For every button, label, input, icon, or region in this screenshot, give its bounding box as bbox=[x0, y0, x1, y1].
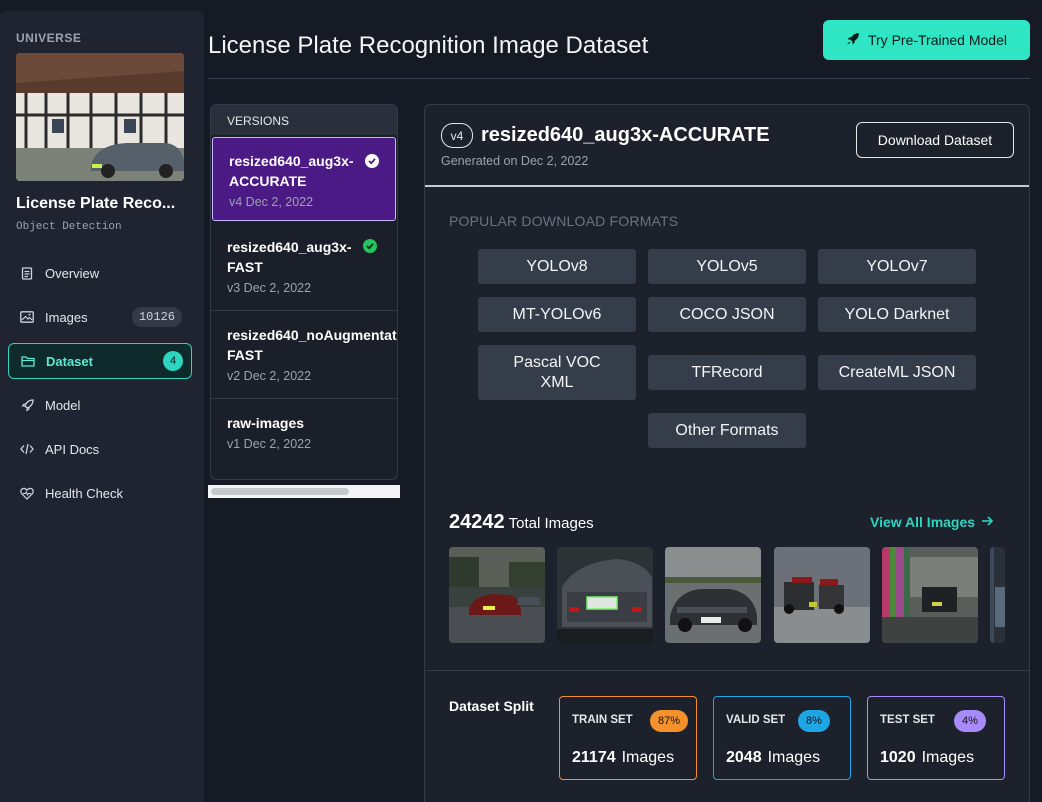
folder-icon bbox=[21, 354, 35, 368]
split-percent-badge: 8% bbox=[798, 710, 830, 732]
split-label: TRAIN SET bbox=[572, 714, 633, 726]
project-name: License Plate Reco... bbox=[16, 195, 176, 212]
dataset-image-thumbnail[interactable] bbox=[665, 547, 761, 643]
version-name: raw-images bbox=[227, 415, 305, 431]
split-count-value: 21174 bbox=[572, 749, 616, 766]
project-type: Object Detection bbox=[16, 221, 122, 233]
arrow-right-icon bbox=[981, 514, 994, 530]
version-item-v2[interactable]: resized640_noAugmentat FAST v2 Dec 2, 20… bbox=[211, 311, 397, 399]
dataset-count-badge: 4 bbox=[163, 351, 183, 371]
split-count: 1020 Images bbox=[880, 749, 974, 767]
panel-divider bbox=[425, 185, 1029, 187]
dataset-image-thumbnail[interactable] bbox=[990, 547, 1005, 643]
version-item-v1[interactable]: raw-images v1 Dec 2, 2022 bbox=[211, 399, 397, 479]
check-circle-icon bbox=[365, 154, 379, 168]
sidebar-item-images[interactable]: Images 10126 bbox=[8, 299, 192, 335]
rocket-icon bbox=[20, 398, 34, 412]
sidebar-item-health-check[interactable]: Health Check bbox=[8, 475, 192, 511]
format-createml-json-button[interactable]: CreateML JSON bbox=[818, 355, 976, 390]
dataset-image-thumbnail[interactable] bbox=[774, 547, 870, 643]
version-meta: v4 Dec 2, 2022 bbox=[229, 195, 314, 209]
sidebar-item-label: Model bbox=[45, 397, 81, 413]
sidebar-item-model[interactable]: Model bbox=[8, 387, 192, 423]
panel-divider bbox=[425, 670, 1029, 671]
split-count-value: 1020 bbox=[880, 749, 916, 766]
download-dataset-button[interactable]: Download Dataset bbox=[856, 122, 1014, 158]
format-coco-json-button[interactable]: COCO JSON bbox=[648, 297, 806, 332]
document-icon bbox=[20, 266, 34, 280]
dataset-image-thumbnail[interactable] bbox=[882, 547, 978, 643]
split-count-unit: Images bbox=[621, 749, 675, 766]
versions-heading: VERSIONS bbox=[211, 105, 397, 135]
test-set-card[interactable]: TEST SET 4% 1020 Images bbox=[867, 696, 1005, 780]
code-icon bbox=[20, 442, 34, 456]
check-circle-icon bbox=[363, 239, 377, 253]
format-mt-yolov6-button[interactable]: MT-YOLOv6 bbox=[478, 297, 636, 332]
formats-heading: POPULAR DOWNLOAD FORMATS bbox=[449, 213, 679, 229]
sidebar-item-overview[interactable]: Overview bbox=[8, 255, 192, 291]
heart-pulse-icon bbox=[20, 486, 34, 500]
try-pretrained-model-button[interactable]: Try Pre-Trained Model bbox=[823, 20, 1030, 60]
view-all-label: View All Images bbox=[870, 514, 976, 530]
version-title: resized640_aug3x-ACCURATE bbox=[481, 124, 770, 146]
project-thumbnail[interactable] bbox=[16, 53, 184, 181]
split-count-unit: Images bbox=[921, 749, 975, 766]
brand-label[interactable]: UNIVERSE bbox=[16, 31, 81, 45]
image-thumbnails bbox=[449, 545, 1005, 643]
page-title: License Plate Recognition Image Dataset bbox=[208, 32, 649, 59]
valid-set-card[interactable]: VALID SET 8% 2048 Images bbox=[713, 696, 851, 780]
total-images-count: 24242 bbox=[449, 511, 505, 533]
split-count-unit: Images bbox=[767, 749, 821, 766]
split-label: VALID SET bbox=[726, 714, 786, 726]
sidebar-nav: Overview Images 10126 Dataset 4 Model AP… bbox=[8, 255, 192, 519]
split-label: TEST SET bbox=[880, 714, 935, 726]
sidebar-item-api-docs[interactable]: API Docs bbox=[8, 431, 192, 467]
header-divider bbox=[208, 78, 1030, 79]
total-images: 24242 Total Images bbox=[449, 511, 594, 534]
version-meta: v1 Dec 2, 2022 bbox=[227, 437, 312, 451]
versions-horizontal-scrollbar[interactable] bbox=[208, 485, 400, 498]
rocket-icon bbox=[846, 32, 860, 49]
split-percent-badge: 4% bbox=[954, 710, 986, 732]
sidebar-item-label: Dataset bbox=[46, 353, 93, 369]
view-all-images-link[interactable]: View All Images bbox=[870, 514, 994, 530]
dataset-image-thumbnail[interactable] bbox=[449, 547, 545, 643]
total-images-label: Total Images bbox=[508, 515, 594, 532]
version-detail-panel: v4 resized640_aug3x-ACCURATE Generated o… bbox=[424, 104, 1030, 802]
version-meta: v3 Dec 2, 2022 bbox=[227, 281, 312, 295]
format-other-formats-button[interactable]: Other Formats bbox=[648, 413, 806, 448]
images-icon bbox=[20, 310, 34, 324]
version-meta: v2 Dec 2, 2022 bbox=[227, 369, 312, 383]
dataset-image-thumbnail[interactable] bbox=[557, 547, 653, 643]
format-pascal-voc-xml-button[interactable]: Pascal VOC XML bbox=[478, 345, 636, 400]
split-count: 2048 Images bbox=[726, 749, 820, 767]
format-yolov5-button[interactable]: YOLOv5 bbox=[648, 249, 806, 284]
format-yolov7-button[interactable]: YOLOv7 bbox=[818, 249, 976, 284]
version-item-v3[interactable]: resized640_aug3x- FAST v3 Dec 2, 2022 bbox=[211, 223, 397, 311]
format-yolov8-button[interactable]: YOLOv8 bbox=[478, 249, 636, 284]
split-count: 21174 Images bbox=[572, 749, 674, 767]
version-badge: v4 bbox=[441, 123, 473, 148]
versions-list: VERSIONS resized640_aug3x- ACCURATE v4 D… bbox=[210, 104, 398, 480]
sidebar-item-label: Health Check bbox=[45, 485, 124, 501]
generated-date: Generated on Dec 2, 2022 bbox=[441, 154, 589, 168]
split-percent-badge: 87% bbox=[650, 710, 689, 732]
try-button-label: Try Pre-Trained Model bbox=[867, 32, 1007, 48]
sidebar: UNIVERSE License Plate Reco... Object De… bbox=[0, 11, 204, 802]
format-yolo-darknet-button[interactable]: YOLO Darknet bbox=[818, 297, 976, 332]
sidebar-item-label: Images bbox=[45, 309, 88, 325]
sidebar-item-dataset[interactable]: Dataset 4 bbox=[8, 343, 192, 379]
format-tfrecord-button[interactable]: TFRecord bbox=[648, 355, 806, 390]
dataset-split-heading: Dataset Split bbox=[449, 698, 534, 714]
sidebar-item-label: Overview bbox=[45, 265, 100, 281]
scrollbar-thumb[interactable] bbox=[211, 488, 349, 495]
sidebar-item-label: API Docs bbox=[45, 441, 100, 457]
train-set-card[interactable]: TRAIN SET 87% 21174 Images bbox=[559, 696, 697, 780]
split-count-value: 2048 bbox=[726, 749, 762, 766]
images-count-badge: 10126 bbox=[131, 307, 182, 327]
version-name: resized640_noAugmentat FAST bbox=[227, 327, 397, 363]
version-item-v4[interactable]: resized640_aug3x- ACCURATE v4 Dec 2, 202… bbox=[212, 137, 396, 221]
